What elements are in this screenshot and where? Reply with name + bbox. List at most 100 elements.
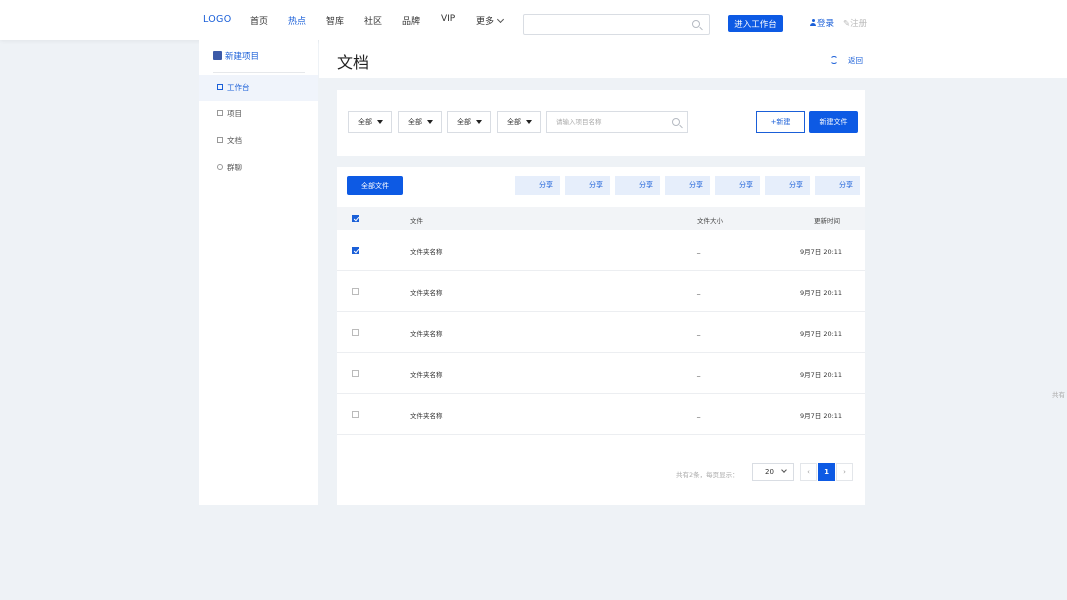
next-page-button[interactable]: › — [836, 463, 853, 481]
table-row[interactable]: 文件夹名称 _ 9月7日 20:11 — [337, 271, 865, 312]
nav-think-tank[interactable]: 智库 — [326, 14, 344, 27]
caret-down-icon — [427, 120, 433, 124]
share-button[interactable]: 分享 — [515, 176, 560, 195]
chevron-down-icon — [781, 467, 787, 473]
caret-down-icon — [476, 120, 482, 124]
share-button[interactable]: 分享 — [565, 176, 610, 195]
page-size-value: 20 — [765, 468, 774, 476]
table-row[interactable]: 文件夹名称 _ 9月7日 20:11 — [337, 230, 865, 271]
share-button[interactable]: 分享 — [615, 176, 660, 195]
caret-down-icon — [377, 120, 383, 124]
sidebar-item-project[interactable]: 项目 — [199, 101, 318, 127]
dropdown-value: 全部 — [408, 118, 422, 126]
dropdown-value: 全部 — [507, 118, 521, 126]
new-file-button[interactable]: 新建文件 — [809, 111, 858, 133]
sidebar-item-label: 文档 — [227, 136, 242, 145]
enter-workspace-button[interactable]: 进入工作台 — [728, 15, 783, 32]
file-name: 文件夹名称 — [410, 412, 443, 420]
prev-page-button[interactable]: ‹ — [800, 463, 817, 481]
file-name: 文件夹名称 — [410, 330, 443, 338]
caret-down-icon — [526, 120, 532, 124]
filter-dropdown-2[interactable]: 全部 — [398, 111, 442, 133]
top-navigation-bar: LOGO 首页 热点 智库 社区 品牌 VIP 更多 进入工作台 登录 ✎注册 — [0, 0, 1067, 40]
user-icon — [810, 19, 816, 26]
global-search-input[interactable] — [523, 14, 710, 35]
search-placeholder: 请输入项目名称 — [556, 118, 602, 126]
filter-dropdown-1[interactable]: 全部 — [348, 111, 392, 133]
sidebar-item-label: 工作台 — [227, 83, 250, 92]
nav-hot[interactable]: 热点 — [288, 14, 306, 27]
login-link[interactable]: 登录 — [810, 17, 834, 29]
updated-time: 9月7日 20:11 — [800, 412, 843, 420]
share-button[interactable]: 分享 — [665, 176, 710, 195]
file-size: _ — [697, 246, 701, 254]
back-link[interactable]: 返回 — [848, 55, 863, 66]
file-size: _ — [697, 369, 701, 377]
register-link[interactable]: ✎注册 — [843, 17, 867, 29]
table-row[interactable]: 文件夹名称 _ 9月7日 20:11 — [337, 312, 865, 353]
list-icon — [217, 110, 223, 116]
file-name: 文件夹名称 — [410, 371, 443, 379]
updated-time: 9月7日 20:11 — [800, 248, 843, 256]
document-icon — [217, 137, 223, 143]
all-files-button[interactable]: 全部文件 — [347, 176, 403, 195]
new-button[interactable]: +新建 — [756, 111, 805, 133]
search-icon[interactable] — [692, 20, 700, 28]
updated-time: 9月7日 20:11 — [800, 371, 843, 379]
new-project-label: 新建项目 — [225, 52, 260, 62]
table-header: 文件 文件大小 更新时间 — [337, 207, 865, 230]
register-label: 注册 — [850, 19, 868, 29]
select-all-checkbox[interactable] — [352, 215, 359, 222]
row-checkbox[interactable] — [352, 288, 359, 295]
sidebar-item-label: 项目 — [227, 109, 242, 118]
file-table-panel: 全部文件 分享 分享 分享 分享 分享 分享 分享 文件 文件大小 更新时间 文… — [337, 167, 865, 505]
column-size: 文件大小 — [697, 217, 723, 225]
table-row[interactable]: 文件夹名称 _ 9月7日 20:11 — [337, 394, 865, 435]
file-size: _ — [697, 410, 701, 418]
table-row[interactable]: 文件夹名称 _ 9月7日 20:11 — [337, 353, 865, 394]
new-project-header[interactable]: 新建项目 — [213, 50, 259, 62]
column-updated: 更新时间 — [814, 217, 840, 225]
sidebar-item-label: 群聊 — [227, 163, 242, 172]
filter-dropdown-4[interactable]: 全部 — [497, 111, 541, 133]
page-1-button[interactable]: 1 — [818, 463, 835, 481]
nav-community[interactable]: 社区 — [364, 14, 382, 27]
logo[interactable]: LOGO — [203, 14, 231, 25]
file-name: 文件夹名称 — [410, 289, 443, 297]
chevron-down-icon — [496, 15, 505, 24]
row-checkbox[interactable] — [352, 329, 359, 336]
search-icon[interactable] — [672, 118, 680, 126]
nav-more-label: 更多 — [476, 17, 495, 27]
updated-time: 9月7日 20:11 — [800, 330, 843, 338]
share-button[interactable]: 分享 — [715, 176, 760, 195]
sidebar-item-workspace[interactable]: 工作台 — [199, 75, 318, 101]
updated-time: 9月7日 20:11 — [800, 289, 843, 297]
dropdown-value: 全部 — [457, 118, 471, 126]
row-checkbox[interactable] — [352, 411, 359, 418]
filter-dropdown-3[interactable]: 全部 — [447, 111, 491, 133]
row-checkbox[interactable] — [352, 247, 359, 254]
refresh-icon[interactable] — [830, 56, 838, 64]
project-icon — [213, 51, 222, 60]
file-size: _ — [697, 287, 701, 295]
filter-panel: 全部 全部 全部 全部 请输入项目名称 +新建 新建文件 — [337, 90, 865, 156]
column-file: 文件 — [410, 217, 423, 225]
file-size: _ — [697, 328, 701, 336]
sidebar-item-documents[interactable]: 文档 — [199, 128, 318, 154]
sidebar: 新建项目 工作台 项目 文档 群聊 — [199, 40, 318, 505]
sidebar-item-group-chat[interactable]: 群聊 — [199, 155, 318, 181]
monitor-icon — [217, 84, 223, 90]
page-header: 文档 返回 — [319, 40, 1067, 78]
sidebar-divider — [213, 72, 305, 73]
nav-home[interactable]: 首页 — [250, 14, 268, 27]
share-button[interactable]: 分享 — [815, 176, 860, 195]
dropdown-value: 全部 — [358, 118, 372, 126]
nav-brand[interactable]: 品牌 — [402, 14, 420, 27]
share-button[interactable]: 分享 — [765, 176, 810, 195]
project-search-input[interactable]: 请输入项目名称 — [546, 111, 688, 133]
nav-vip[interactable]: VIP — [441, 14, 455, 24]
row-checkbox[interactable] — [352, 370, 359, 377]
page-size-select[interactable]: 20 — [752, 463, 794, 481]
nav-more[interactable]: 更多 — [476, 14, 505, 27]
login-label: 登录 — [817, 19, 835, 29]
